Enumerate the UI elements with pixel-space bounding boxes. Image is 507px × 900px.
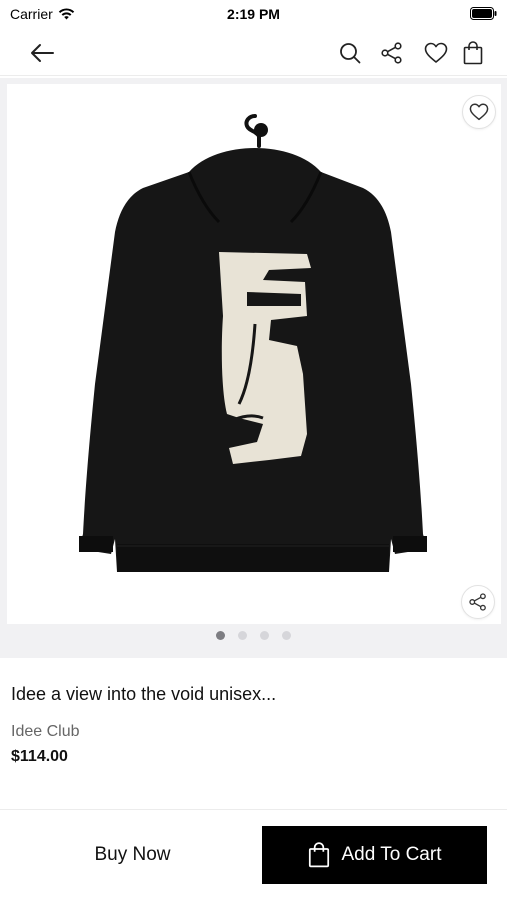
- buy-now-button[interactable]: Buy Now: [10, 826, 255, 884]
- add-to-cart-button[interactable]: Add To Cart: [262, 826, 487, 884]
- page-indicator: [0, 631, 507, 640]
- heart-icon: [424, 42, 448, 63]
- product-gallery[interactable]: [0, 78, 507, 658]
- favorite-button[interactable]: [462, 95, 496, 129]
- page-dot[interactable]: [282, 631, 291, 640]
- search-button[interactable]: [335, 38, 365, 68]
- wishlist-button[interactable]: [421, 38, 451, 68]
- battery-icon: [470, 7, 497, 20]
- nav-bar: [0, 30, 507, 76]
- share-icon: [469, 593, 486, 611]
- product-info: Idee a view into the void unisex... Idee…: [0, 658, 507, 810]
- shopping-bag-icon: [463, 41, 483, 65]
- product-brand[interactable]: Idee Club: [11, 723, 80, 741]
- search-icon: [340, 43, 361, 64]
- share-image-button[interactable]: [461, 585, 495, 619]
- share-button[interactable]: [377, 38, 407, 68]
- status-bar: Carrier 2:19 PM: [0, 0, 507, 28]
- status-time: 2:19 PM: [227, 6, 280, 22]
- page-dot[interactable]: [260, 631, 269, 640]
- hoodie-image: [79, 114, 427, 572]
- product-title: Idee a view into the void unisex...: [11, 684, 277, 704]
- page-dot[interactable]: [238, 631, 247, 640]
- heart-icon: [469, 103, 489, 121]
- add-to-cart-label: Add To Cart: [341, 844, 442, 865]
- shopping-bag-icon: [308, 842, 329, 868]
- back-button[interactable]: [27, 38, 57, 68]
- back-arrow-icon: [31, 44, 54, 62]
- share-icon: [381, 42, 402, 64]
- product-image[interactable]: [7, 84, 501, 624]
- cart-button[interactable]: [458, 38, 488, 68]
- buy-now-label: Buy Now: [94, 844, 171, 865]
- page-dot-active[interactable]: [216, 631, 225, 640]
- action-bar: Buy Now Add To Cart: [0, 812, 507, 900]
- product-price: $114.00: [11, 748, 68, 765]
